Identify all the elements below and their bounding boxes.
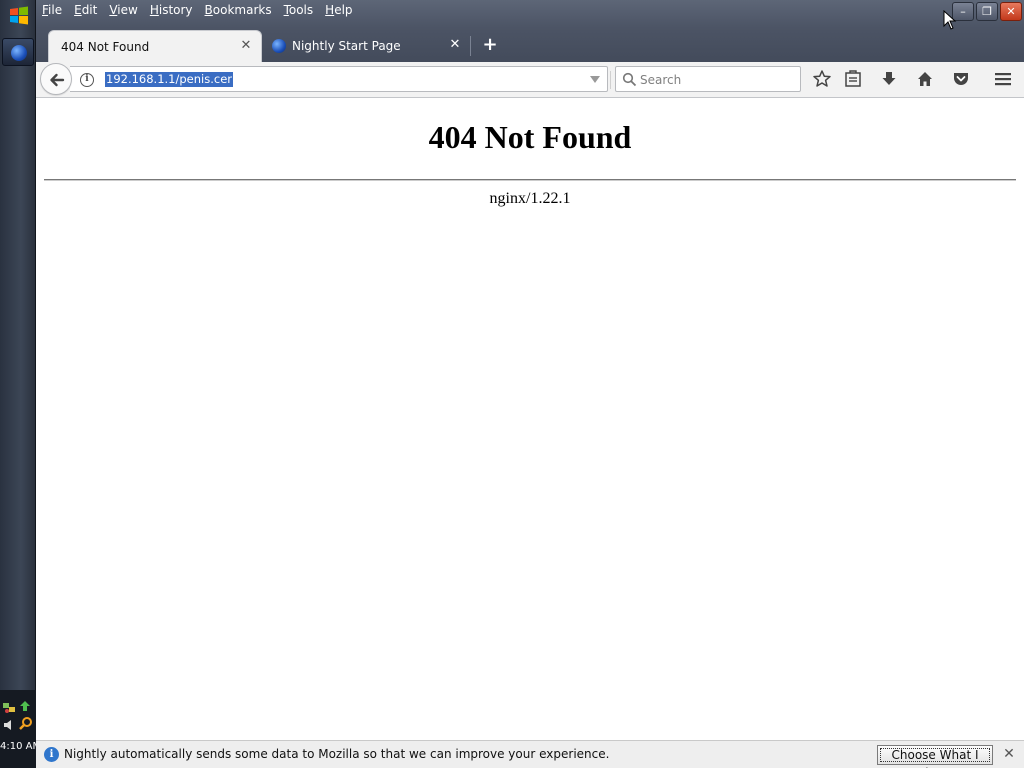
tab-404-not-found[interactable]: 404 Not Found ✕ bbox=[48, 30, 262, 62]
tab-strip: 404 Not Found ✕ Nightly Start Page ✕ + bbox=[36, 30, 1024, 62]
titlebar: File Edit View History Bookmarks Tools H… bbox=[36, 0, 1024, 62]
taskbar: 4:10 AM bbox=[0, 0, 36, 768]
menu-file[interactable]: File bbox=[36, 0, 68, 22]
pocket-icon[interactable] bbox=[951, 69, 971, 89]
horizontal-rule bbox=[44, 179, 1016, 181]
network-icon[interactable] bbox=[2, 700, 16, 714]
tab-title: 404 Not Found bbox=[61, 39, 150, 54]
mouse-cursor-icon bbox=[943, 10, 957, 30]
tab-nightly-start-page[interactable]: Nightly Start Page ✕ bbox=[266, 30, 470, 62]
menu-tools[interactable]: Tools bbox=[278, 0, 320, 22]
downloads-icon[interactable] bbox=[879, 69, 899, 89]
hamburger-menu-icon[interactable] bbox=[993, 69, 1013, 89]
start-button[interactable] bbox=[6, 3, 32, 29]
magnifier-icon[interactable] bbox=[19, 716, 33, 730]
windows-logo-icon bbox=[10, 6, 28, 25]
url-history-dropdown-icon[interactable] bbox=[590, 76, 600, 83]
close-window-button[interactable]: ✕ bbox=[1000, 2, 1022, 21]
url-separator bbox=[610, 71, 611, 89]
new-tab-button[interactable]: + bbox=[480, 34, 500, 56]
search-input[interactable] bbox=[640, 71, 790, 88]
browser-window: File Edit View History Bookmarks Tools H… bbox=[36, 0, 1024, 768]
globe-icon bbox=[11, 45, 27, 61]
tab-close-icon[interactable]: ✕ bbox=[239, 39, 253, 53]
navigation-toolbar: i 192.168.1.1/penis.cer bbox=[36, 62, 1024, 98]
tab-close-icon[interactable]: ✕ bbox=[448, 38, 462, 52]
window-controls: – ❐ ✕ bbox=[952, 2, 1022, 21]
choose-what-i-share-button[interactable]: Choose What I Share bbox=[877, 745, 993, 768]
back-arrow-icon bbox=[50, 73, 65, 87]
url-bar[interactable]: i 192.168.1.1/penis.cer bbox=[70, 66, 632, 92]
globe-icon bbox=[272, 39, 286, 53]
menu-edit[interactable]: Edit bbox=[68, 0, 103, 22]
search-icon bbox=[622, 72, 637, 87]
reading-list-icon[interactable] bbox=[843, 69, 863, 89]
volume-icon[interactable] bbox=[2, 718, 16, 732]
menu-help[interactable]: Help bbox=[319, 0, 358, 22]
info-icon: i bbox=[44, 747, 59, 762]
notification-bar: i Nightly automatically sends some data … bbox=[36, 740, 1024, 768]
update-icon[interactable] bbox=[18, 699, 32, 713]
bookmark-star-icon[interactable] bbox=[812, 69, 832, 89]
tab-title: Nightly Start Page bbox=[292, 39, 401, 53]
site-info-icon[interactable]: i bbox=[80, 73, 94, 87]
page-heading: 404 Not Found bbox=[428, 119, 632, 155]
system-tray bbox=[0, 690, 36, 768]
notification-close-icon[interactable]: ✕ bbox=[1002, 746, 1016, 762]
home-icon[interactable] bbox=[915, 69, 935, 89]
search-bar[interactable] bbox=[615, 66, 801, 92]
page-content: 404 Not Found nginx/1.22.1 bbox=[36, 99, 1024, 740]
restore-button[interactable]: ❐ bbox=[976, 2, 998, 21]
menu-view[interactable]: View bbox=[103, 0, 143, 22]
server-signature: nginx/1.22.1 bbox=[489, 190, 571, 207]
tab-separator bbox=[470, 36, 471, 56]
back-button[interactable] bbox=[40, 63, 72, 95]
taskbar-nightly-item[interactable] bbox=[2, 38, 34, 66]
menu-history[interactable]: History bbox=[144, 0, 199, 22]
url-text[interactable]: 192.168.1.1/penis.cer bbox=[105, 72, 234, 87]
menubar: File Edit View History Bookmarks Tools H… bbox=[36, 0, 359, 22]
menu-bookmarks[interactable]: Bookmarks bbox=[199, 0, 278, 22]
notification-message: Nightly automatically sends some data to… bbox=[64, 747, 610, 761]
taskbar-clock[interactable]: 4:10 AM bbox=[0, 741, 36, 752]
